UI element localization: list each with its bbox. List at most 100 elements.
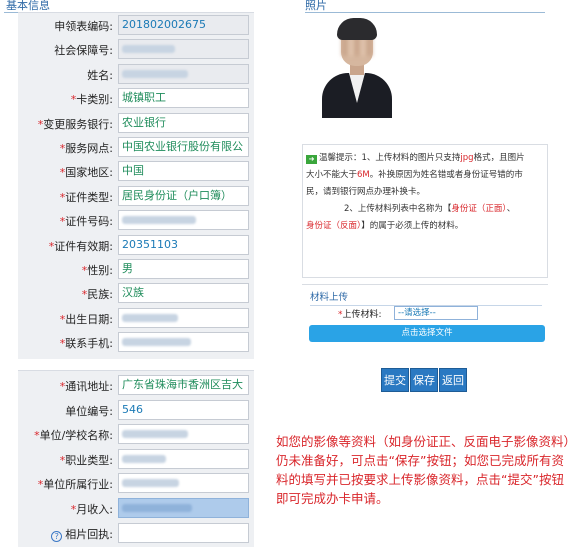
field-input[interactable] [118, 307, 249, 328]
field-label: ? 相片回执: [18, 526, 113, 542]
tips-line-1: ➜ 温馨提示：1、上传材料的图片只支持jpg格式，且图片 [306, 150, 546, 167]
field-label: *单位所属行业: [18, 476, 113, 492]
tips-line-2: 大小不能大于6M。补换原因为姓名错或者身份证号错的市 [306, 167, 546, 184]
field-label-text: 通讯地址: [65, 380, 113, 393]
field-label-text: 相片回执: [65, 527, 113, 541]
field-label: *服务网点: [18, 140, 113, 156]
field-label-text: 民族: [87, 288, 113, 302]
field-label-text: 国家地区: [65, 166, 113, 180]
field-label-text: 性别: [87, 264, 113, 277]
tips-size-limit: 6M [357, 170, 370, 180]
form-row: 单位编号: 546 [18, 398, 254, 421]
upload-label-text: 上传材料: [342, 310, 382, 320]
form-row: *单位/学校名称: [18, 422, 254, 445]
field-label-text: 单位/学校名称: [39, 429, 113, 443]
photo-title-text: 照片 [305, 0, 327, 12]
field-label: *民族: [18, 286, 113, 302]
redacted-value [122, 69, 188, 78]
form-row: *通讯地址: 广东省珠海市香洲区吉大 [18, 373, 254, 396]
form-row: *国家地区: 中国 [18, 159, 254, 182]
tips-line-2-prefix: 大小不能大于 [306, 170, 358, 180]
tips-line-4: 2、上传材料列表中名称为【身份证（正面）、 [306, 201, 546, 218]
field-input[interactable]: 20351103 [118, 234, 249, 255]
field-label: *卡类别: [18, 91, 113, 107]
field-label-text: 单位所属行业: [43, 478, 113, 492]
form-row: *联系手机: [18, 330, 254, 353]
field-label-text: 证件有效期: [54, 239, 113, 253]
field-label-text: 服务网点: [65, 142, 113, 155]
field-label-text: 变更服务银行: [43, 117, 113, 131]
field-input[interactable]: 广东省珠海市香洲区吉大 [118, 375, 249, 395]
form-row: *职业类型: [18, 447, 254, 470]
redacted-value [122, 313, 178, 322]
submit-button[interactable]: 提交 [381, 368, 409, 392]
form-row: 申领表编码: 201802002675 [18, 13, 254, 36]
id-photo [322, 18, 392, 118]
tips-line-1-suffix: 格式，且图片 [473, 153, 525, 163]
field-label-text: 姓名: [87, 68, 113, 82]
field-label-text: 社会保障号: [54, 44, 113, 58]
redacted-value [122, 479, 179, 488]
field-input[interactable] [118, 473, 249, 494]
back-button[interactable]: 返回 [439, 368, 467, 392]
tips-panel: ➜ 温馨提示：1、上传材料的图片只支持jpg格式，且图片 大小不能大于6M。补换原… [302, 144, 548, 278]
help-icon[interactable]: ? [51, 530, 63, 542]
upload-label: *上传材料: [338, 307, 382, 320]
form-row: *卡类别: 城镇职工 [18, 86, 254, 109]
redacted-value [122, 430, 188, 439]
field-input[interactable] [118, 63, 249, 84]
save-button[interactable]: 保存 [410, 368, 438, 392]
form-row: 社会保障号: [18, 37, 254, 60]
field-input[interactable]: 546 [118, 399, 249, 420]
field-input[interactable]: 中国农业银行股份有限公 [118, 137, 249, 157]
field-label: 申领表编码: [18, 18, 113, 34]
field-input[interactable]: 汉族 [118, 283, 249, 304]
upload-panel: 材料上传 *上传材料: --请选择-- 点击选择文件 [302, 284, 548, 350]
field-input[interactable]: 中国 [118, 161, 249, 182]
form-row: *证件有效期: 20351103 [18, 233, 254, 256]
field-label: *证件类型: [18, 189, 113, 205]
choose-file-button[interactable]: 点击选择文件 [309, 325, 545, 342]
field-input[interactable] [118, 210, 249, 231]
tips-line-4-prefix: 2、上传材料列表中名称为【 [344, 204, 452, 214]
redacted-value [122, 454, 166, 463]
field-label: *证件号码: [18, 213, 113, 229]
field-input[interactable] [118, 39, 249, 60]
field-label: *单位/学校名称: [18, 427, 113, 443]
form-row: ? 相片回执: [18, 521, 254, 544]
field-input[interactable]: 男 [118, 259, 249, 279]
tips-line-3: 民，请到银行网点办理补换卡。 [306, 187, 426, 197]
section-title-photo: 照片 [305, 0, 545, 13]
field-label: *出生日期: [18, 311, 113, 327]
field-label-text: 出生日期: [65, 312, 113, 326]
section-title-text: 基本信息 [6, 0, 50, 12]
form-row: 姓名: [18, 62, 254, 85]
field-input[interactable] [118, 448, 249, 469]
field-label: *变更服务银行: [18, 116, 113, 132]
field-input[interactable] [118, 498, 249, 518]
field-input[interactable]: 城镇职工 [118, 88, 249, 109]
tips-line-5: 身份证（反面）】的属于必须上传的材料。 [306, 218, 546, 235]
tips-line-5-suffix: 】的属于必须上传的材料。 [361, 221, 464, 231]
form-row: *出生日期: [18, 306, 254, 329]
form-row: *服务网点: 中国农业银行股份有限公 [18, 135, 254, 158]
photo-hair [337, 18, 377, 40]
tips-text: ➜ 温馨提示：1、上传材料的图片只支持jpg格式，且图片 大小不能大于6M。补换原… [306, 150, 546, 235]
field-input[interactable]: 农业银行 [118, 112, 249, 133]
field-label-text: 月收入: [76, 503, 113, 516]
redacted-value [122, 338, 191, 347]
upload-title: 材料上传 [310, 289, 542, 306]
field-input[interactable] [118, 522, 249, 543]
field-label-text: 联系手机: [65, 337, 113, 351]
field-label: 单位编号: [18, 403, 113, 419]
field-input[interactable]: 201802002675 [118, 15, 249, 35]
field-input[interactable] [118, 332, 249, 353]
upload-material-select[interactable]: --请选择-- [394, 306, 478, 320]
form-row: *性别: 男 [18, 257, 254, 280]
form-row: *证件类型: 居民身份证（户口簿） [18, 184, 254, 207]
field-label-text: 申领表编码: [54, 20, 113, 33]
field-input[interactable]: 居民身份证（户口簿） [118, 185, 249, 206]
tips-line-1-prefix: 温馨提示：1、上传材料的图片只支持 [319, 153, 461, 163]
field-input[interactable] [118, 424, 249, 445]
redacted-value [122, 504, 192, 512]
